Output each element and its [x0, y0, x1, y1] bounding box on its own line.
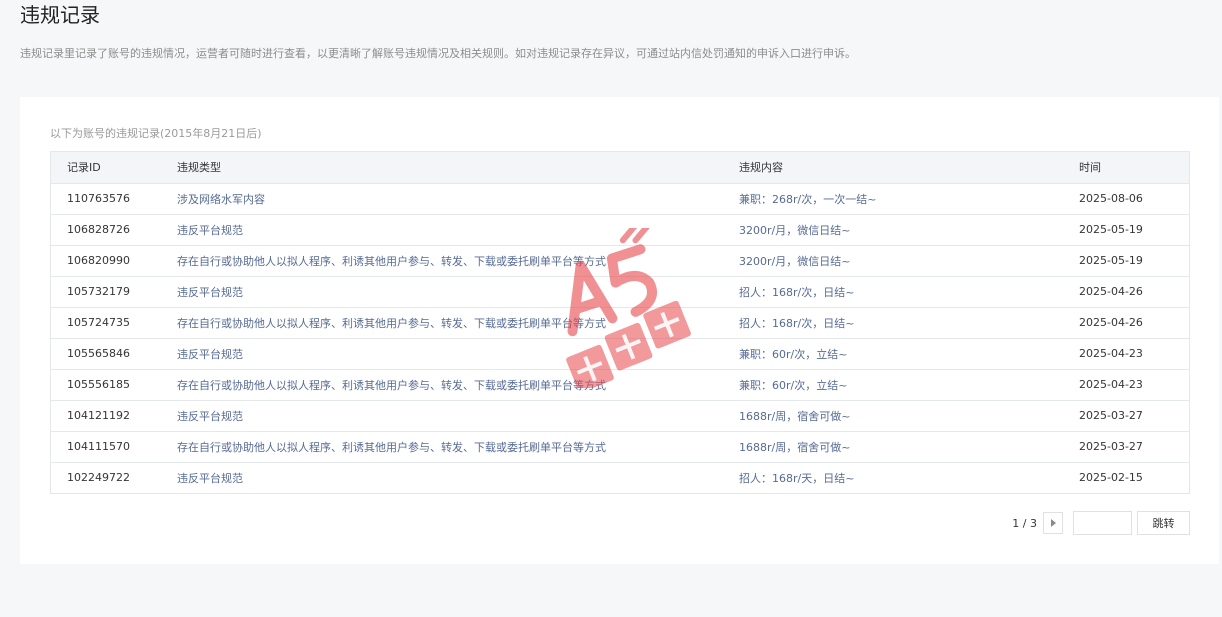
record-id: 105556185	[67, 378, 130, 391]
record-time: 2025-05-19	[1079, 254, 1143, 267]
table-row: 104111570 存在自行或协助他人以拟人程序、利诱其他用户参与、转发、下载或…	[51, 431, 1189, 462]
pagination: 1 / 3 跳转	[1012, 511, 1190, 535]
table-row: 105556185 存在自行或协助他人以拟人程序、利诱其他用户参与、转发、下载或…	[51, 369, 1189, 400]
record-id: 105565846	[67, 347, 130, 360]
violation-type: 存在自行或协助他人以拟人程序、利诱其他用户参与、转发、下载或委托刷单平台等方式	[177, 440, 606, 454]
table-row: 104121192 违反平台规范 1688r/周，宿舍可做~ 2025-03-2…	[51, 400, 1189, 431]
header-record-id: 记录ID	[67, 161, 101, 175]
table-row: 102249722 违反平台规范 招人：168r/天，日结~ 2025-02-1…	[51, 462, 1189, 493]
record-time: 2025-03-27	[1079, 409, 1143, 422]
table-row: 105724735 存在自行或协助他人以拟人程序、利诱其他用户参与、转发、下载或…	[51, 307, 1189, 338]
violation-type: 存在自行或协助他人以拟人程序、利诱其他用户参与、转发、下载或委托刷单平台等方式	[177, 254, 606, 268]
record-id: 105724735	[67, 316, 130, 329]
record-id: 105732179	[67, 285, 130, 298]
violation-content: 招人：168r/次，日结~	[739, 316, 855, 330]
header-violation-type: 违规类型	[177, 161, 221, 175]
table-header-row: 记录ID 违规类型 违规内容 时间	[51, 152, 1189, 183]
table-row: 105732179 违反平台规范 招人：168r/次，日结~ 2025-04-2…	[51, 276, 1189, 307]
jump-button[interactable]: 跳转	[1137, 511, 1190, 535]
violation-content: 1688r/周，宿舍可做~	[739, 409, 851, 423]
table-row: 106820990 存在自行或协助他人以拟人程序、利诱其他用户参与、转发、下载或…	[51, 245, 1189, 276]
table-caption: 以下为账号的违规记录(2015年8月21日后)	[50, 127, 262, 140]
record-id: 106820990	[67, 254, 130, 267]
violation-type: 违反平台规范	[177, 409, 243, 423]
violation-content: 3200r/月，微信日结~	[739, 223, 851, 237]
table-row: 106828726 违反平台规范 3200r/月，微信日结~ 2025-05-1…	[51, 214, 1189, 245]
records-card: 以下为账号的违规记录(2015年8月21日后) 记录ID 违规类型 违规内容 时…	[20, 97, 1219, 564]
record-id: 102249722	[67, 471, 130, 485]
record-id: 106828726	[67, 223, 130, 236]
next-page-button[interactable]	[1043, 512, 1063, 534]
violation-type: 存在自行或协助他人以拟人程序、利诱其他用户参与、转发、下载或委托刷单平台等方式	[177, 378, 606, 392]
table-row: 110763576 涉及网络水军内容 兼职：268r/次，一次一结~ 2025-…	[51, 183, 1189, 214]
violation-content: 兼职：268r/次，一次一结~	[739, 192, 877, 206]
violation-type: 存在自行或协助他人以拟人程序、利诱其他用户参与、转发、下载或委托刷单平台等方式	[177, 316, 606, 330]
page-description: 违规记录里记录了账号的违规情况，运营者可随时进行查看，以更清晰了解账号违规情况及…	[20, 47, 856, 60]
record-time: 2025-05-19	[1079, 223, 1143, 236]
page-title: 违规记录	[20, 3, 100, 27]
violation-content: 招人：168r/次，日结~	[739, 285, 855, 299]
header-violation-content: 违规内容	[739, 161, 783, 175]
records-table-wrapper: 记录ID 违规类型 违规内容 时间 110763576 涉及网络水军内容 兼职：…	[50, 151, 1190, 494]
violation-content: 兼职：60r/次，立结~	[739, 378, 848, 392]
violation-content: 3200r/月，微信日结~	[739, 254, 851, 268]
violation-type: 违反平台规范	[177, 347, 243, 361]
record-id: 110763576	[67, 192, 130, 205]
jump-page-input[interactable]	[1073, 511, 1132, 535]
violation-content: 招人：168r/天，日结~	[739, 471, 855, 485]
records-table: 记录ID 违规类型 违规内容 时间 110763576 涉及网络水军内容 兼职：…	[51, 152, 1189, 493]
record-time: 2025-04-23	[1079, 378, 1143, 391]
record-time: 2025-03-27	[1079, 440, 1143, 453]
record-time: 2025-08-06	[1079, 192, 1143, 205]
record-time: 2025-04-23	[1079, 347, 1143, 360]
violation-type: 违反平台规范	[177, 471, 243, 485]
violation-content: 1688r/周，宿舍可做~	[739, 440, 851, 454]
record-time: 2025-04-26	[1079, 316, 1143, 329]
record-time: 2025-04-26	[1079, 285, 1143, 298]
violation-type: 违反平台规范	[177, 285, 243, 299]
record-id: 104111570	[67, 440, 130, 453]
violation-type: 违反平台规范	[177, 223, 243, 237]
record-id: 104121192	[67, 409, 130, 422]
header-time: 时间	[1079, 161, 1101, 175]
record-time: 2025-02-15	[1079, 471, 1143, 485]
violation-type: 涉及网络水军内容	[177, 192, 265, 206]
table-row: 105565846 违反平台规范 兼职：60r/次，立结~ 2025-04-23	[51, 338, 1189, 369]
triangle-right-icon	[1050, 519, 1056, 527]
page-indicator: 1 / 3	[1012, 516, 1037, 530]
violation-content: 兼职：60r/次，立结~	[739, 347, 848, 361]
